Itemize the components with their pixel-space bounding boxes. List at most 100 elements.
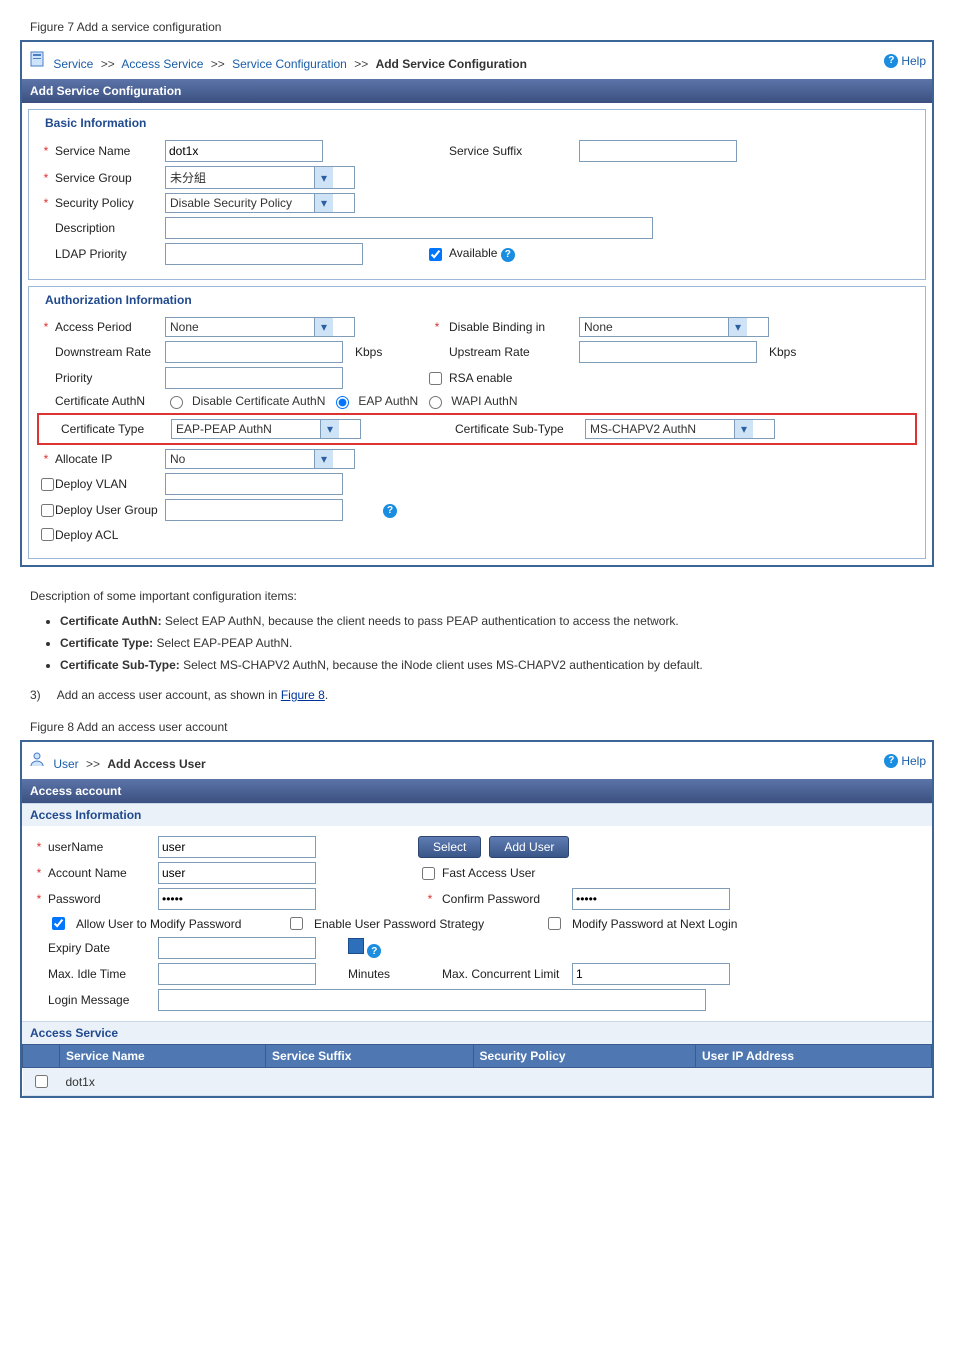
bullet-2-label: Certificate Type: bbox=[60, 636, 153, 650]
expiry-date-input[interactable] bbox=[158, 937, 316, 959]
th-service-suffix: Service Suffix bbox=[266, 1045, 473, 1068]
deploy-vlan-checkbox[interactable] bbox=[41, 478, 54, 491]
label-password: Password bbox=[48, 892, 158, 906]
help-icon: ? bbox=[884, 54, 898, 68]
label-max-concurrent: Max. Concurrent Limit bbox=[442, 967, 572, 981]
security-policy-select[interactable]: Disable Security Policy▾ bbox=[165, 193, 355, 213]
figure-2-caption: Figure 8 Add an access user account bbox=[30, 720, 934, 734]
rsa-enable-checkbox[interactable] bbox=[429, 372, 442, 385]
label-cert-authn: Certificate AuthN bbox=[55, 394, 165, 408]
label-service-name: Service Name bbox=[55, 144, 165, 158]
help-link-2[interactable]: ? Help bbox=[884, 754, 926, 768]
chevron-down-icon: ▾ bbox=[734, 420, 753, 438]
modify-pw-next-checkbox[interactable] bbox=[548, 917, 561, 930]
allow-modify-pw-checkbox[interactable] bbox=[52, 917, 65, 930]
th-security-policy: Security Policy bbox=[473, 1045, 695, 1068]
chevron-down-icon: ▾ bbox=[314, 450, 333, 468]
calendar-icon[interactable] bbox=[348, 938, 364, 954]
select-button[interactable]: Select bbox=[418, 836, 481, 858]
cell-service-suffix bbox=[266, 1068, 473, 1096]
radio-eap-authn[interactable] bbox=[336, 396, 349, 409]
deploy-usergroup-input[interactable] bbox=[165, 499, 343, 521]
section-access-info: Access Information bbox=[22, 803, 932, 826]
label-allow-modify-pw: Allow User to Modify Password bbox=[76, 917, 286, 931]
crumb-current: Add Service Configuration bbox=[376, 57, 527, 71]
service-group-select[interactable]: 未分組▾ bbox=[165, 166, 355, 189]
disable-binding-select[interactable]: None▾ bbox=[579, 317, 769, 337]
label-expiry-date: Expiry Date bbox=[48, 941, 158, 955]
help-icon[interactable]: ? bbox=[383, 504, 397, 518]
panel-service-config: Service >> Access Service >> Service Con… bbox=[20, 40, 934, 567]
downstream-input[interactable] bbox=[165, 341, 343, 363]
description-input[interactable] bbox=[165, 217, 653, 239]
label-cert-subtype: Certificate Sub-Type bbox=[455, 422, 585, 436]
radio-wapi-authn[interactable] bbox=[429, 396, 442, 409]
cell-service-name: dot1x bbox=[60, 1068, 266, 1096]
username-input[interactable] bbox=[158, 836, 316, 858]
doc-icon bbox=[28, 50, 46, 68]
th-user-ip: User IP Address bbox=[696, 1045, 932, 1068]
figure-8-link[interactable]: Figure 8 bbox=[281, 688, 325, 702]
login-message-input[interactable] bbox=[158, 989, 706, 1011]
cert-type-select[interactable]: EAP-PEAP AuthN▾ bbox=[171, 419, 361, 439]
allocate-ip-select[interactable]: No▾ bbox=[165, 449, 355, 469]
deploy-usergroup-checkbox[interactable] bbox=[41, 504, 54, 517]
breadcrumb-1: Service >> Access Service >> Service Con… bbox=[22, 46, 932, 79]
label-deploy-usergroup: Deploy User Group bbox=[55, 503, 165, 517]
upstream-input[interactable] bbox=[579, 341, 757, 363]
crumb-access-service[interactable]: Access Service bbox=[121, 57, 203, 71]
crumb-service[interactable]: Service bbox=[53, 57, 93, 71]
access-period-select[interactable]: None▾ bbox=[165, 317, 355, 337]
label-upstream: Upstream Rate bbox=[449, 345, 579, 359]
label-fast-access: Fast Access User bbox=[442, 866, 572, 880]
cert-subtype-select[interactable]: MS-CHAPV2 AuthN▾ bbox=[585, 419, 775, 439]
figure-1-caption: Figure 7 Add a service configuration bbox=[30, 20, 934, 34]
th-service-name: Service Name bbox=[60, 1045, 266, 1068]
label-disable-binding: Disable Binding in bbox=[449, 320, 579, 334]
bullet-3-label: Certificate Sub-Type: bbox=[60, 658, 180, 672]
label-priority: Priority bbox=[55, 371, 165, 385]
label-ldap-priority: LDAP Priority bbox=[55, 247, 165, 261]
fieldset-auth: Authorization Information * Access Perio… bbox=[28, 286, 926, 559]
label-deploy-vlan: Deploy VLAN bbox=[55, 477, 165, 491]
deploy-vlan-input[interactable] bbox=[165, 473, 343, 495]
crumb-user[interactable]: User bbox=[53, 757, 78, 771]
title-bar-1: Add Service Configuration bbox=[22, 79, 932, 103]
label-username: userName bbox=[48, 840, 158, 854]
label-login-message: Login Message bbox=[48, 993, 158, 1007]
help-icon[interactable]: ? bbox=[501, 248, 515, 262]
help-icon[interactable]: ? bbox=[367, 944, 381, 958]
service-name-input[interactable] bbox=[165, 140, 323, 162]
available-checkbox[interactable] bbox=[429, 248, 442, 261]
priority-input[interactable] bbox=[165, 367, 343, 389]
chevron-down-icon: ▾ bbox=[320, 420, 339, 438]
max-idle-input[interactable] bbox=[158, 963, 316, 985]
help-link-1[interactable]: ? Help bbox=[884, 54, 926, 68]
panel-access-user: User >> Add Access User ? Help Access ac… bbox=[20, 740, 934, 1098]
label-max-idle: Max. Idle Time bbox=[48, 967, 158, 981]
chevron-down-icon: ▾ bbox=[314, 194, 333, 212]
label-enable-pw-strategy: Enable User Password Strategy bbox=[314, 917, 544, 931]
service-suffix-input[interactable] bbox=[579, 140, 737, 162]
account-name-input[interactable] bbox=[158, 862, 316, 884]
breadcrumb-2: User >> Add Access User ? Help bbox=[22, 746, 932, 779]
cell-user-ip bbox=[696, 1068, 932, 1096]
max-concurrent-input[interactable] bbox=[572, 963, 730, 985]
confirm-password-input[interactable] bbox=[572, 888, 730, 910]
fast-access-checkbox[interactable] bbox=[422, 867, 435, 880]
cell-security-policy bbox=[473, 1068, 695, 1096]
access-service-table: Service Name Service Suffix Security Pol… bbox=[22, 1044, 932, 1096]
enable-pw-strategy-checkbox[interactable] bbox=[290, 917, 303, 930]
add-user-button[interactable]: Add User bbox=[489, 836, 569, 858]
crumb-service-configuration[interactable]: Service Configuration bbox=[232, 57, 347, 71]
label-allocate-ip: Allocate IP bbox=[55, 452, 165, 466]
chevron-down-icon: ▾ bbox=[314, 318, 333, 336]
radio-disable-cert[interactable] bbox=[170, 396, 183, 409]
ldap-priority-input[interactable] bbox=[165, 243, 363, 265]
deploy-acl-checkbox[interactable] bbox=[41, 528, 54, 541]
label-rsa: RSA enable bbox=[449, 371, 579, 385]
label-account-name: Account Name bbox=[48, 866, 158, 880]
password-input[interactable] bbox=[158, 888, 316, 910]
row-checkbox[interactable] bbox=[35, 1075, 48, 1088]
table-row: dot1x bbox=[23, 1068, 932, 1096]
